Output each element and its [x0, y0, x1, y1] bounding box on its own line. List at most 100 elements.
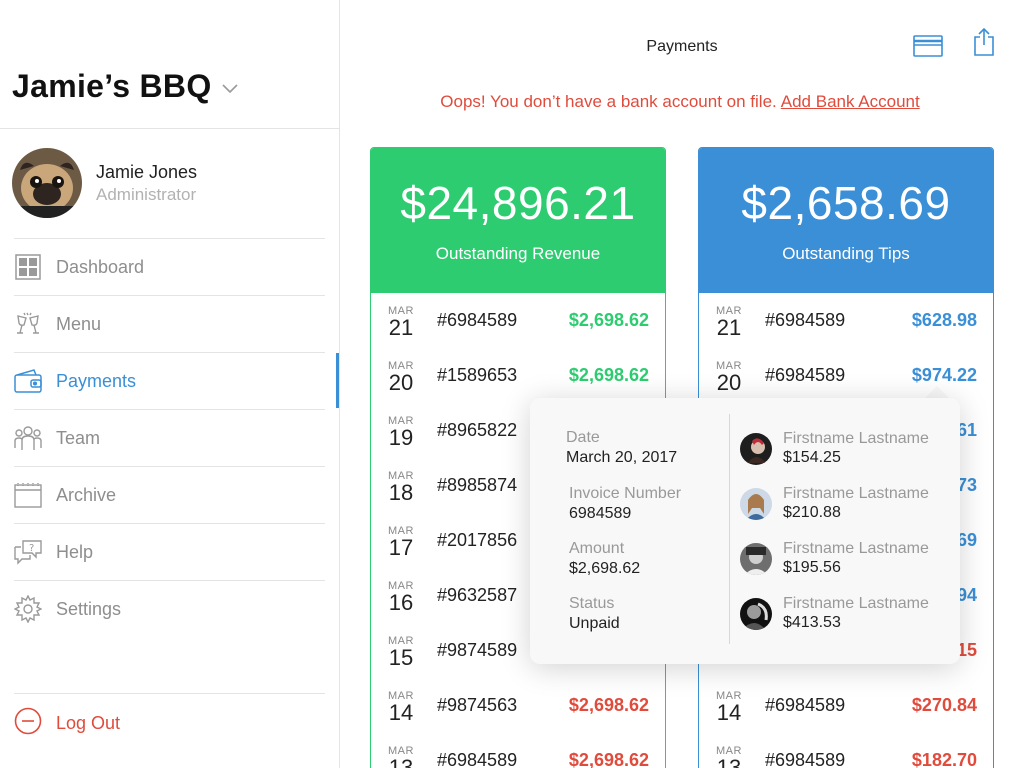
sidebar-item-label: Dashboard [56, 256, 145, 277]
sidebar-item-payments[interactable]: Payments [14, 352, 325, 409]
row-invoice-number: #2017856 [437, 530, 518, 550]
row-date: MAR 13 [371, 743, 431, 768]
payment-row[interactable]: MAR 21 #6984589 $628.98 [699, 293, 993, 348]
row-invoice-number: #8965822 [437, 420, 518, 440]
invoice-number-field: Invoice Number 6984589 [569, 485, 681, 523]
row-date: MAR 14 [371, 688, 431, 724]
row-invoice-number: #6984589 [765, 310, 846, 330]
payment-row[interactable]: MAR 13 #6984589 $182.70 [699, 733, 993, 768]
payment-row[interactable]: MAR 14 #9874563 $2,698.62 [371, 678, 665, 733]
status-field: Status Unpaid [569, 595, 620, 633]
payment-row[interactable]: MAR 14 #6984589 $270.84 [699, 678, 993, 733]
sidebar-item-menu[interactable]: Menu [14, 295, 325, 352]
restaurant-name: Jamie’s BBQ [12, 68, 212, 104]
sidebar-item-team[interactable]: Team [14, 409, 325, 466]
tips-amount: $2,658.69 [741, 177, 951, 229]
payment-row[interactable]: MAR 13 #6984589 $2,698.62 [371, 733, 665, 768]
tip-entry[interactable]: Firstname Lastname $413.53 [740, 595, 929, 632]
sidebar-item-archive[interactable]: Archive [14, 466, 325, 523]
row-invoice-number: #6984589 [437, 310, 518, 330]
tip-amount: $154.25 [783, 449, 841, 466]
row-day: 19 [388, 424, 414, 450]
row-date: MAR 17 [371, 523, 431, 559]
row-amount: $2,698.62 [568, 365, 649, 385]
row-invoice-number: #6984589 [765, 365, 846, 385]
field-label: Invoice Number [569, 485, 682, 502]
sidebar-item-label: Archive [56, 484, 117, 505]
sidebar-item-label: Help [56, 541, 94, 562]
row-day: 17 [388, 534, 414, 560]
add-bank-account-link[interactable]: Add Bank Account [781, 92, 920, 111]
row-date: MAR 14 [699, 688, 759, 724]
field-value: $2,698.62 [569, 560, 641, 577]
row-amount: $2,698.62 [568, 750, 649, 768]
sidebar-item-settings[interactable]: Settings [14, 580, 325, 637]
avatar [740, 432, 772, 465]
share-icon[interactable] [973, 27, 995, 61]
gear-icon [14, 595, 42, 623]
row-amount: $974.22 [911, 365, 977, 385]
row-date: MAR 15 [371, 633, 431, 669]
payment-row[interactable]: MAR 20 #1589653 $2,698.62 [371, 348, 665, 403]
tip-employee-name: Firstname Lastname [783, 540, 929, 557]
date-field: Date March 20, 2017 [566, 429, 677, 467]
field-value: 6984589 [569, 505, 632, 522]
archive-icon [14, 481, 42, 509]
logout-label: Log Out [56, 713, 121, 733]
divider [729, 414, 730, 644]
restaurant-switcher[interactable]: Jamie’s BBQ [12, 68, 238, 105]
tips-summary: $2,658.69 Outstanding Tips [699, 148, 993, 293]
avatar [12, 148, 82, 218]
row-amount: $270.84 [911, 695, 977, 715]
row-date: MAR 13 [699, 743, 759, 768]
row-invoice-number: #9874563 [437, 695, 518, 715]
revenue-summary: $24,896.21 Outstanding Revenue [371, 148, 665, 293]
divider [0, 128, 339, 129]
field-value: March 20, 2017 [566, 449, 678, 466]
revenue-label: Outstanding Revenue [435, 244, 601, 263]
tip-employee-name: Firstname Lastname [783, 485, 929, 502]
tip-employee-name: Firstname Lastname [783, 430, 929, 447]
sidebar-item-label: Payments [56, 370, 137, 391]
popover-arrow [925, 386, 949, 398]
wine-glasses-icon [14, 310, 42, 338]
row-invoice-number: #1589653 [437, 365, 518, 385]
tip-amount: $195.56 [783, 559, 841, 576]
row-amount: $628.98 [911, 310, 977, 330]
tips-label: Outstanding Tips [782, 244, 910, 263]
row-day: 16 [388, 589, 414, 615]
row-date: MAR 21 [699, 303, 759, 339]
sidebar: Jamie’s BBQ Jamie Jones Administrator Da… [0, 0, 340, 768]
logout-button[interactable]: Log Out [14, 707, 120, 740]
logout-icon [14, 707, 42, 740]
user-profile[interactable]: Jamie Jones Administrator [12, 148, 197, 218]
avatar [740, 597, 772, 630]
avatar [740, 487, 772, 520]
svg-text:?: ? [29, 543, 34, 554]
tip-entry[interactable]: Firstname Lastname $195.56 [740, 540, 929, 577]
row-date: MAR 20 [371, 358, 431, 394]
user-role: Administrator [96, 184, 197, 204]
chevron-down-icon [221, 81, 238, 99]
sidebar-item-help[interactable]: ? Help [14, 523, 325, 580]
team-icon [14, 424, 42, 452]
sidebar-item-dashboard[interactable]: Dashboard [14, 238, 325, 295]
row-day: 20 [716, 369, 742, 395]
avatar [740, 542, 772, 575]
row-day: 20 [388, 369, 414, 395]
credit-card-icon[interactable] [913, 35, 943, 62]
help-chat-icon: ? [14, 538, 42, 566]
row-date: MAR 18 [371, 468, 431, 504]
payment-row[interactable]: MAR 21 #6984589 $2,698.62 [371, 293, 665, 348]
row-amount: $182.70 [911, 750, 977, 768]
row-date: MAR 21 [371, 303, 431, 339]
row-amount: $2,698.62 [568, 695, 649, 715]
row-date: MAR 19 [371, 413, 431, 449]
active-indicator [336, 353, 339, 408]
amount-field: Amount $2,698.62 [569, 540, 640, 578]
divider [14, 693, 325, 694]
tip-entry[interactable]: Firstname Lastname $154.25 [740, 430, 929, 467]
row-date: MAR 20 [699, 358, 759, 394]
tip-amount: $210.88 [783, 504, 841, 521]
tip-entry[interactable]: Firstname Lastname $210.88 [740, 485, 929, 522]
